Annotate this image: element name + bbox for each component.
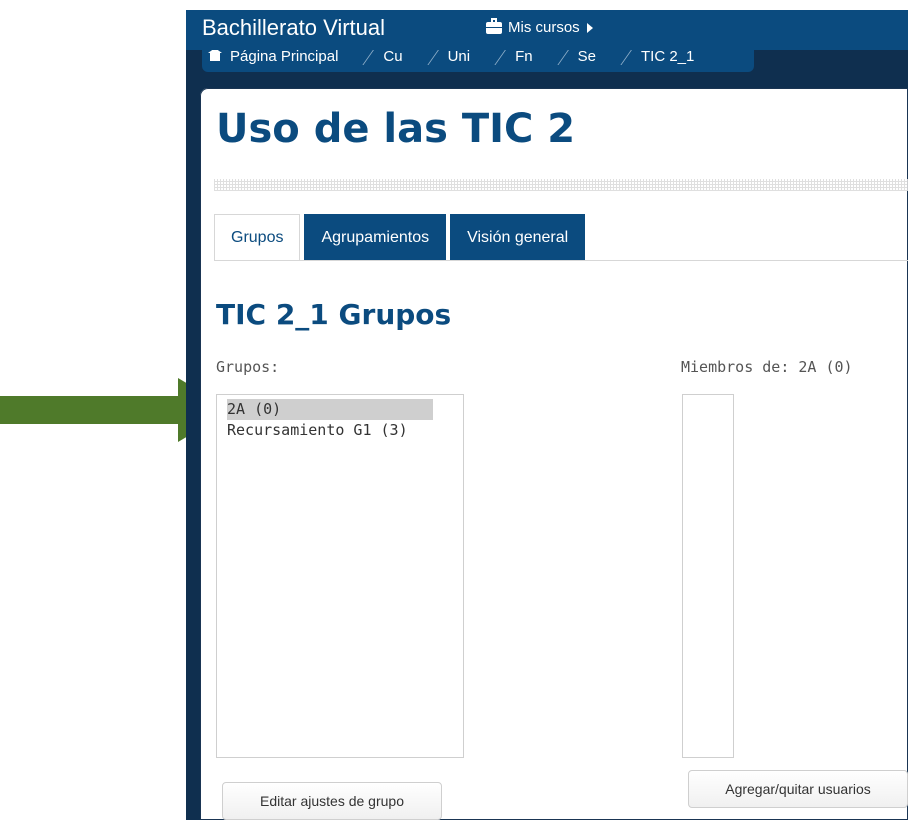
briefcase-icon <box>486 17 502 34</box>
members-listbox[interactable] <box>682 394 734 758</box>
my-courses-label: Mis cursos <box>508 19 580 36</box>
button-label: Editar ajustes de grupo <box>260 793 404 809</box>
tab-label: Visión general <box>467 228 569 246</box>
breadcrumb-separator <box>541 50 570 65</box>
tab-label: Grupos <box>231 228 284 246</box>
breadcrumb-label: Se <box>577 50 596 65</box>
members-label: Miembros de: 2A (0) <box>681 358 853 376</box>
breadcrumb-home-label: Página Principal <box>230 50 339 65</box>
breadcrumb-separator <box>478 50 507 65</box>
tab-groups[interactable]: Grupos <box>214 214 301 260</box>
groups-section-title: TIC 2_1 Grupos <box>216 298 452 331</box>
breadcrumb-item-uni[interactable]: Uni <box>447 50 471 65</box>
top-navbar: Bachillerato Virtual Mis cursos <box>186 10 908 50</box>
breadcrumb-item-se[interactable]: Se <box>577 50 596 65</box>
breadcrumb-label: Fn <box>515 50 533 65</box>
breadcrumb-label: Cu <box>383 50 403 65</box>
screenshot-stage: Bachillerato Virtual Mis cursos Página P… <box>0 0 908 820</box>
my-courses-menu[interactable]: Mis cursos <box>486 17 593 36</box>
tab-groupings[interactable]: Agrupamientos <box>304 214 447 260</box>
breadcrumb-separator <box>604 50 633 65</box>
main-content: Uso de las TIC 2 Grupos Agrupamientos Vi… <box>200 88 908 820</box>
group-option-recursamiento[interactable]: Recursamiento G1 (3) <box>227 420 453 441</box>
title-divider <box>214 179 908 191</box>
button-label: Agregar/quitar usuarios <box>725 781 871 797</box>
breadcrumb-bar: Página Principal Cu Uni Fn Se TIC 2_1 <box>202 50 754 72</box>
site-brand[interactable]: Bachillerato Virtual <box>202 15 385 41</box>
moodle-page: Bachillerato Virtual Mis cursos Página P… <box>186 10 908 820</box>
group-option-2a[interactable]: 2A (0) <box>227 399 433 420</box>
breadcrumb-item-course[interactable]: TIC 2_1 <box>640 50 695 65</box>
breadcrumb-label: Uni <box>447 50 471 65</box>
add-remove-users-button[interactable]: Agregar/quitar usuarios <box>688 770 908 808</box>
tab-overview[interactable]: Visión general <box>450 214 586 260</box>
tabs-divider <box>214 260 908 261</box>
breadcrumb-label: TIC 2_1 <box>640 50 695 65</box>
breadcrumb: Página Principal Cu Uni Fn Se TIC 2_1 <box>208 50 695 65</box>
breadcrumb-separator <box>410 50 440 65</box>
groups-listbox[interactable]: 2A (0) Recursamiento G1 (3) <box>216 394 464 758</box>
tabs: Grupos Agrupamientos Visión general <box>214 214 586 262</box>
edit-group-settings-button[interactable]: Editar ajustes de grupo <box>222 782 442 820</box>
page-title: Uso de las TIC 2 <box>216 106 576 152</box>
home-icon <box>208 50 222 61</box>
tab-label: Agrupamientos <box>321 228 430 246</box>
groups-label: Grupos: <box>216 358 280 376</box>
caret-right-icon <box>586 22 593 33</box>
breadcrumb-item-fn[interactable]: Fn <box>515 50 533 65</box>
breadcrumb-item-home[interactable]: Página Principal <box>208 50 339 65</box>
breadcrumb-separator <box>346 50 376 65</box>
breadcrumb-item-cu[interactable]: Cu <box>383 50 403 65</box>
